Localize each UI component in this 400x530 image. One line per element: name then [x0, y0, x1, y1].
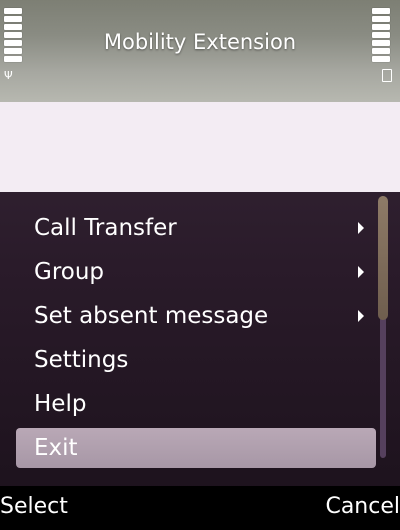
- menu-item-label: Call Transfer: [34, 215, 177, 241]
- menu-item-label: Help: [34, 391, 87, 417]
- antenna-icon: Ψ: [4, 69, 13, 82]
- menu-item-label: Settings: [34, 347, 129, 373]
- softkey-bar: Select Cancel: [0, 486, 400, 530]
- battery-icon: [372, 8, 390, 72]
- battery-indicator: [372, 8, 396, 82]
- menu-item-exit[interactable]: Exit: [16, 428, 376, 468]
- scrollbar-thumb[interactable]: [378, 196, 388, 320]
- left-softkey-select[interactable]: Select: [0, 494, 68, 519]
- phone-screen: Ψ Mobility Extension Call Transfer Group: [0, 0, 400, 530]
- menu-item-label: Set absent message: [34, 303, 269, 329]
- menu-item-set-absent-message[interactable]: Set absent message: [16, 296, 376, 336]
- menu-item-label: Group: [34, 259, 105, 285]
- battery-outline-icon: [382, 69, 392, 82]
- app-title: Mobility Extension: [103, 30, 297, 54]
- content-area: [0, 102, 400, 192]
- right-softkey-cancel[interactable]: Cancel: [325, 494, 400, 519]
- signal-indicator: Ψ: [4, 8, 28, 82]
- submenu-arrow-icon: [358, 222, 364, 234]
- submenu-arrow-icon: [358, 266, 364, 278]
- status-bar: Ψ Mobility Extension: [0, 0, 400, 102]
- submenu-arrow-icon: [358, 310, 364, 322]
- menu-item-help[interactable]: Help: [16, 384, 376, 424]
- signal-icon: [4, 8, 22, 72]
- options-menu: Call Transfer Group Set absent message S…: [8, 192, 392, 472]
- menu-item-group[interactable]: Group: [16, 252, 376, 292]
- menu-item-call-transfer[interactable]: Call Transfer: [16, 208, 376, 248]
- menu-scrollbar[interactable]: [378, 196, 388, 458]
- menu-item-settings[interactable]: Settings: [16, 340, 376, 380]
- menu-item-label: Exit: [34, 435, 78, 461]
